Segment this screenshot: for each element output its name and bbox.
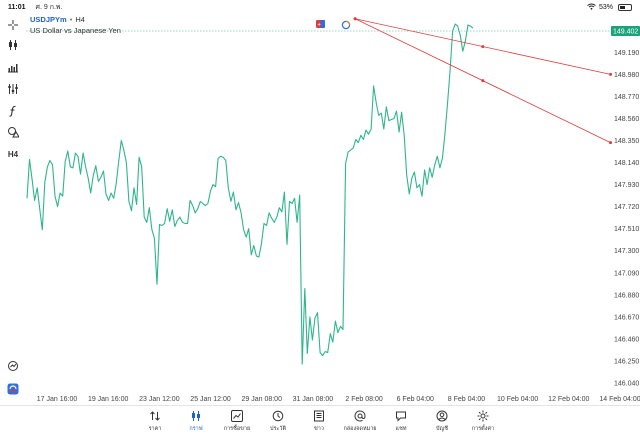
sort-arrows-icon [150,411,160,421]
nav-settings[interactable]: การตั้งค่า [462,410,504,433]
nav-mailbox[interactable]: กล่องจดหมาย [339,410,381,433]
symbol-description: US Dollar vs Japanese Yen [30,26,121,35]
price-tick-label: 148.560 [614,116,639,123]
time-tick-label: 17 Jan 16:00 [37,396,78,403]
symbol-header[interactable]: USDJPYm • H4 US Dollar vs Japanese Yen [30,15,121,35]
trade-chart-icon [231,410,243,422]
nav-chat[interactable]: แชท [380,410,422,433]
price-tick-label: 146.670 [614,314,639,321]
scroll-to-now-icon[interactable] [4,357,22,375]
price-tick-label: 147.090 [614,270,639,277]
price-axis: 149.190 148.980 148.770 148.560 148.350 148.1… [614,50,639,388]
nav-label: การตั้งค่า [471,426,495,432]
time-tick-label: 8 Feb 04:00 [448,396,485,403]
gear-icon [477,410,489,422]
price-tick-label: 148.980 [614,72,639,79]
nav-news[interactable]: ข่าว [298,410,340,433]
left-toolbar: H4 [0,14,26,402]
at-mail-icon [354,410,366,422]
symbol-timeframe: H4 [75,15,85,24]
time-tick-label: 14 Feb 04:00 [599,396,640,403]
time-tick-label: 25 Jan 12:00 [190,396,231,403]
account-icon [436,410,448,422]
shapes-icon[interactable] [4,123,22,141]
nav-label: ประวัติ [269,426,287,432]
time-tick-label: 23 Jan 12:00 [139,396,180,403]
time-axis: 17 Jan 16:00 19 Jan 16:00 23 Jan 12:00 25 J… [37,396,640,403]
price-tick-label: 146.880 [614,292,639,299]
history-icon [272,410,284,422]
nav-quotes[interactable]: ราคา [134,410,176,433]
nav-history[interactable]: ประวัติ [257,410,299,433]
price-tick-label: 147.300 [614,248,639,255]
trendlines[interactable] [353,17,613,145]
time-tick-label: 6 Feb 04:00 [397,396,434,403]
trendline-anchor[interactable] [609,141,613,145]
time-tick-label: 10 Feb 04:00 [497,396,538,403]
trade-icon[interactable]: + [316,20,325,28]
current-price-label: 149.402 [613,29,638,36]
chat-icon [396,411,406,422]
nav-label: การซื้อขาย [223,426,251,432]
price-tick-label: 146.250 [614,358,639,365]
nav-label: แชท [395,426,407,432]
refresh-icon[interactable] [341,20,351,30]
nav-label: ราคา [148,426,162,432]
price-tick-label: 147.720 [614,204,639,211]
candlestick-icon[interactable] [4,36,22,54]
price-tick-label: 149.190 [614,50,639,57]
price-tick-label: 148.770 [614,94,639,101]
time-tick-label: 2 Feb 08:00 [345,396,382,403]
trendline-anchor[interactable] [353,17,357,21]
trendline-anchor[interactable] [481,45,485,49]
nav-trade[interactable]: การซื้อขาย [216,410,258,433]
function-icon[interactable] [4,102,22,120]
crosshair-icon[interactable] [4,16,22,34]
price-tick-label: 146.460 [614,336,639,343]
price-tick-label: 148.140 [614,160,639,167]
price-tick-label: 146.040 [614,381,639,388]
nav-chart[interactable]: กราฟ [175,410,217,433]
price-tick-label: 147.930 [614,182,639,189]
nav-label: บัญชี [436,426,448,432]
nav-label: ข่าว [314,426,324,432]
bottom-nav: ราคา กราฟ การซื้อขาย ประวัติ ข่าว กล่องจ… [0,405,640,447]
current-price-tag: 149.402 [611,26,640,36]
symbol-name[interactable]: USDJPYm [30,15,67,24]
candlestick-icon [192,411,200,421]
time-tick-label: 29 Jan 08:00 [241,396,282,403]
chart[interactable]: 149.190 148.980 148.770 148.560 148.350 148.1… [0,0,640,405]
nav-account[interactable]: บัญชี [421,410,463,433]
settings-sliders-icon[interactable] [4,80,22,98]
one-click-trade-icon[interactable] [4,380,22,398]
nav-label: กราฟ [189,426,203,432]
timeframe-label: H4 [7,149,19,159]
time-tick-label: 31 Jan 08:00 [293,396,334,403]
indicators-icon[interactable] [4,58,22,76]
svg-text:+: + [317,22,321,28]
time-tick-label: 19 Jan 16:00 [88,396,129,403]
price-tick-label: 148.350 [614,138,639,145]
price-series-line [26,23,474,365]
price-tick-label: 147.510 [614,226,639,233]
trendline-anchor[interactable] [481,79,485,83]
trendline-anchor[interactable] [609,72,613,76]
news-icon [314,410,324,422]
time-tick-label: 12 Feb 04:00 [548,396,589,403]
timeframe-button[interactable]: H4 [4,145,22,163]
nav-label: กล่องจดหมาย [343,426,377,432]
symbol-separator: • [69,15,73,24]
